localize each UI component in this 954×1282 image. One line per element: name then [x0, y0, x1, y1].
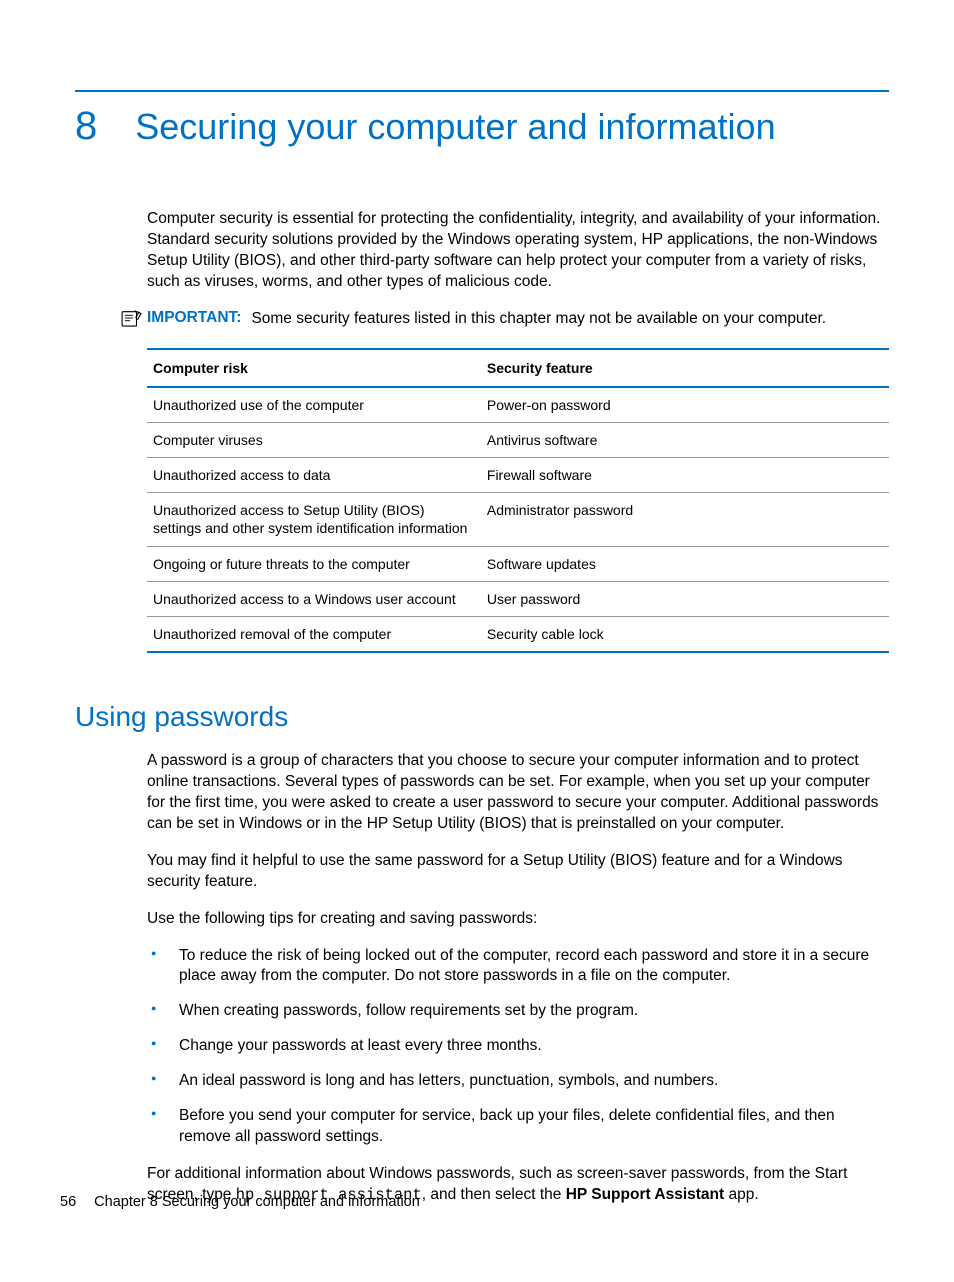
- table-row: Unauthorized access to dataFirewall soft…: [147, 457, 889, 492]
- list-item: Change your passwords at least every thr…: [147, 1036, 889, 1057]
- table-row: Unauthorized access to a Windows user ac…: [147, 581, 889, 616]
- passwords-p1: A password is a group of characters that…: [147, 751, 889, 835]
- page-number: 56: [60, 1194, 76, 1210]
- chapter-rule: [75, 90, 889, 92]
- page-footer: 56 Chapter 8 Securing your computer and …: [60, 1194, 420, 1210]
- app-name-bold: HP Support Assistant: [566, 1186, 724, 1203]
- intro-paragraph: Computer security is essential for prote…: [147, 209, 889, 293]
- table-row: Unauthorized access to Setup Utility (BI…: [147, 493, 889, 546]
- chapter-header: 8 Securing your computer and information: [75, 104, 889, 149]
- footer-text: Chapter 8 Securing your computer and inf…: [94, 1194, 420, 1210]
- table-row: Unauthorized removal of the computerSecu…: [147, 616, 889, 652]
- important-note: IMPORTANT: Some security features listed…: [121, 309, 889, 330]
- important-label: IMPORTANT:: [147, 309, 241, 327]
- list-item: An ideal password is long and has letter…: [147, 1071, 889, 1092]
- important-icon: [121, 309, 143, 327]
- list-item: Before you send your computer for servic…: [147, 1106, 889, 1148]
- list-item: When creating passwords, follow requirem…: [147, 1001, 889, 1022]
- table-header-feature: Security feature: [481, 349, 889, 387]
- section-heading-passwords: Using passwords: [75, 701, 889, 733]
- table-row: Unauthorized use of the computerPower-on…: [147, 387, 889, 423]
- chapter-title: Securing your computer and information: [135, 106, 775, 148]
- list-item: To reduce the risk of being locked out o…: [147, 946, 889, 988]
- password-tips-list: To reduce the risk of being locked out o…: [147, 946, 889, 1148]
- table-header-risk: Computer risk: [147, 349, 481, 387]
- passwords-p2: You may find it helpful to use the same …: [147, 851, 889, 893]
- important-text: Some security features listed in this ch…: [251, 309, 826, 330]
- passwords-p3: Use the following tips for creating and …: [147, 909, 889, 930]
- chapter-number: 8: [75, 104, 97, 149]
- table-row: Computer virusesAntivirus software: [147, 422, 889, 457]
- table-row: Ongoing or future threats to the compute…: [147, 546, 889, 581]
- risk-feature-table: Computer risk Security feature Unauthori…: [147, 348, 889, 654]
